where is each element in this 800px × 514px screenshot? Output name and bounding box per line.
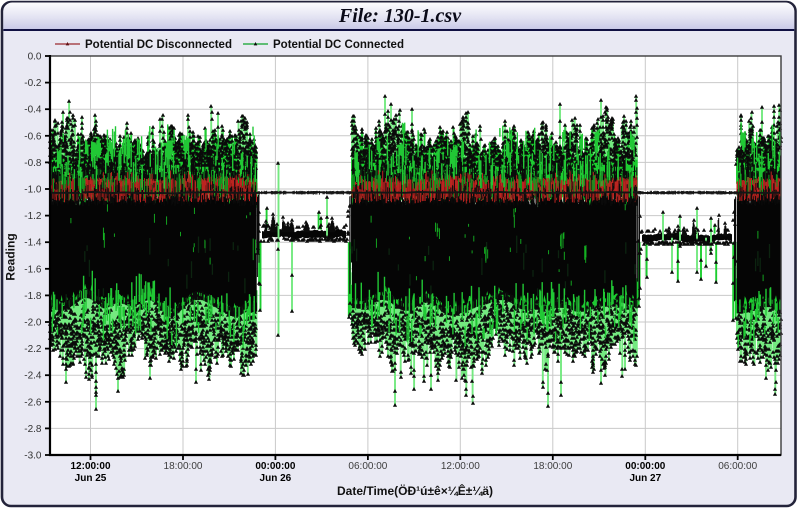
svg-text:12:00:00: 12:00:00 [441, 461, 480, 472]
svg-text:18:00:00: 18:00:00 [533, 461, 572, 472]
svg-text:Date/Time(ÖÐ¹ú±ê×¼Ê±¼ä): Date/Time(ÖÐ¹ú±ê×¼Ê±¼ä) [337, 483, 493, 498]
svg-text:Potential DC Connected: Potential DC Connected [273, 39, 404, 51]
svg-text:-2.8: -2.8 [24, 424, 42, 435]
svg-text:-1.8: -1.8 [24, 291, 42, 302]
svg-text:-1.6: -1.6 [24, 264, 42, 275]
svg-text:Jun 25: Jun 25 [75, 473, 107, 484]
svg-text:-2.0: -2.0 [24, 318, 42, 329]
svg-text:-1.2: -1.2 [24, 211, 42, 222]
svg-text:-0.8: -0.8 [24, 158, 42, 169]
svg-text:-1.4: -1.4 [24, 238, 42, 249]
svg-text:-0.6: -0.6 [24, 131, 42, 142]
svg-text:-0.4: -0.4 [24, 105, 42, 116]
svg-text:Jun 27: Jun 27 [629, 473, 661, 484]
svg-text:00:00:00: 00:00:00 [625, 461, 665, 472]
svg-text:Jun 26: Jun 26 [260, 473, 292, 484]
svg-text:00:00:00: 00:00:00 [255, 461, 295, 472]
svg-text:-1.0: -1.0 [24, 185, 42, 196]
svg-text:Potential DC Disconnected: Potential DC Disconnected [85, 39, 232, 51]
svg-text:-2.6: -2.6 [24, 397, 42, 408]
svg-text:-3.0: -3.0 [24, 451, 42, 462]
svg-text:-2.4: -2.4 [24, 371, 42, 382]
svg-text:-2.2: -2.2 [24, 344, 42, 355]
svg-text:12:00:00: 12:00:00 [70, 461, 110, 472]
svg-text:0.0: 0.0 [28, 52, 42, 63]
svg-text:Reading: Reading [4, 233, 18, 280]
svg-text:06:00:00: 06:00:00 [348, 461, 387, 472]
svg-text:18:00:00: 18:00:00 [164, 461, 203, 472]
svg-text:File: 130-1.csv: File: 130-1.csv [338, 5, 462, 27]
svg-text:-0.2: -0.2 [24, 78, 42, 89]
svg-text:06:00:00: 06:00:00 [718, 461, 757, 472]
